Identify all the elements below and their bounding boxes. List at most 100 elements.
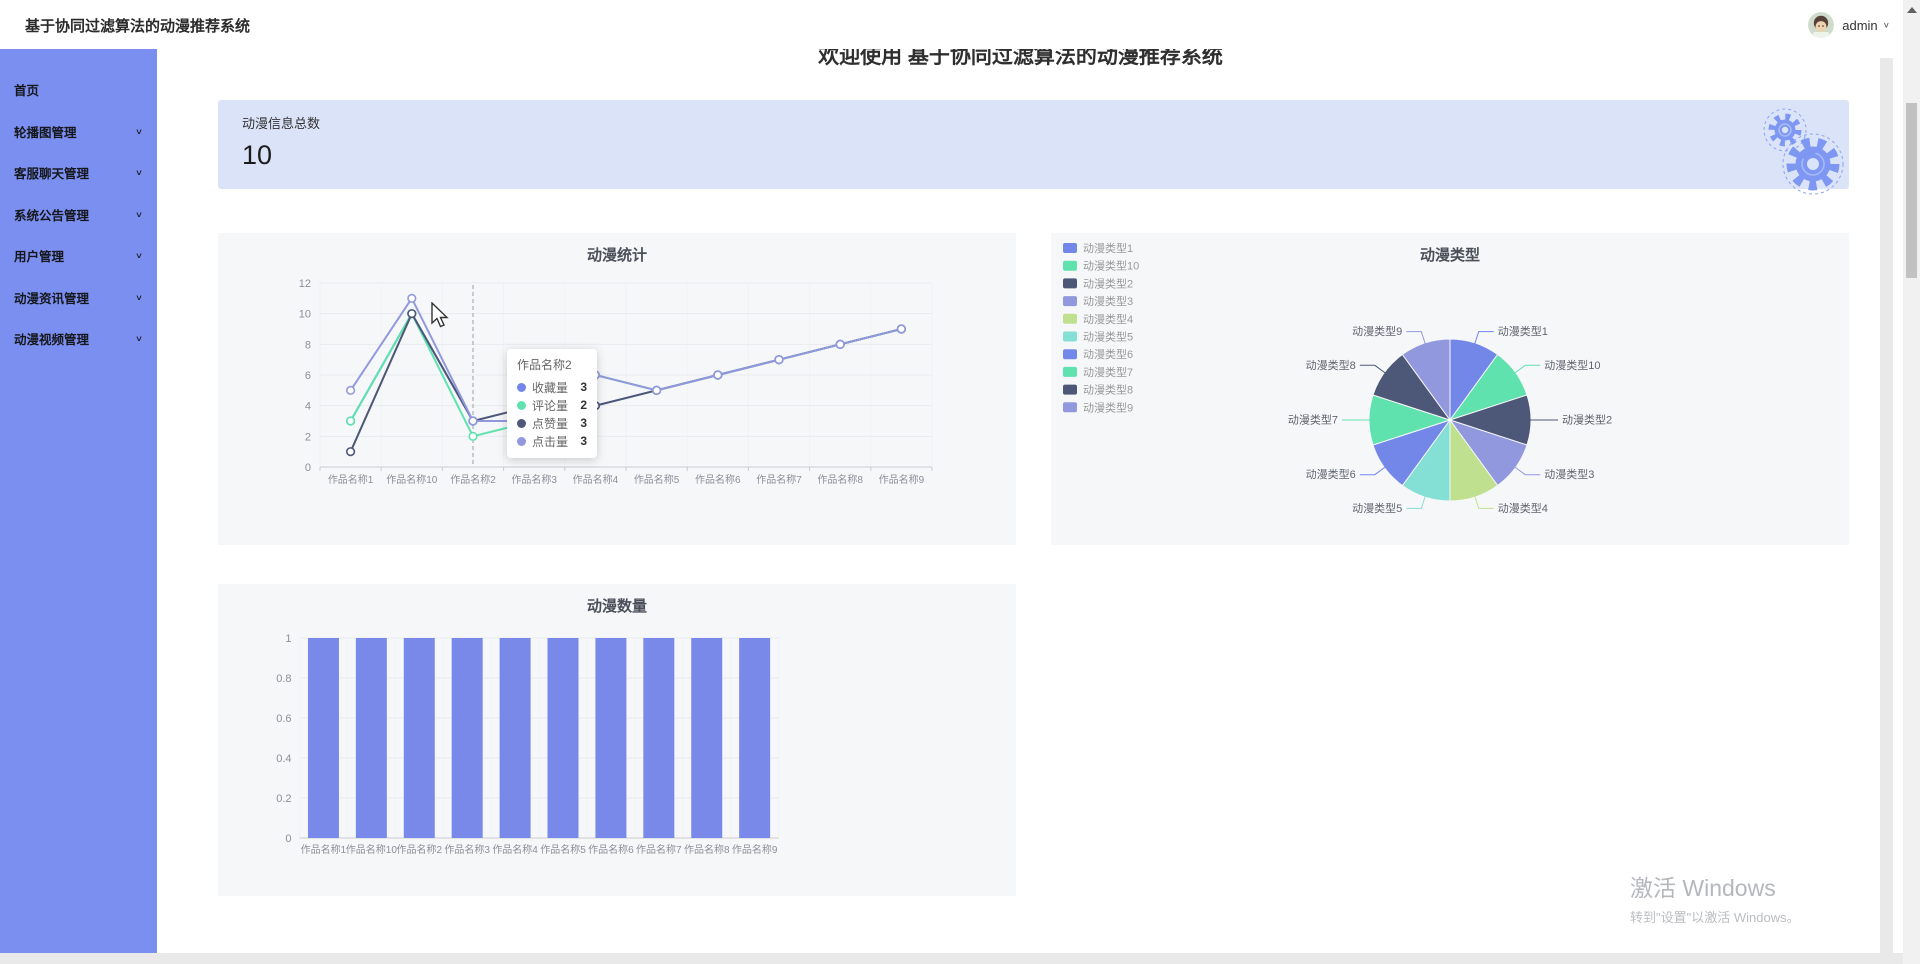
pie-label-line — [1406, 495, 1425, 508]
bar-作品名称4[interactable] — [500, 638, 531, 838]
stat-card-value: 10 — [242, 140, 272, 171]
pie-label: 动漫类型5 — [1352, 501, 1402, 515]
pie-label-line — [1474, 495, 1493, 508]
x-axis-label: 作品名称10 — [386, 473, 438, 486]
vertical-scrollbar[interactable] — [1903, 0, 1920, 964]
data-point[interactable] — [408, 295, 416, 303]
sidebar-item-label: 系统公告管理 — [14, 205, 89, 224]
chevron-down-icon: ∨ — [135, 127, 143, 136]
horizontal-scrollbar[interactable] — [0, 953, 1920, 964]
data-point[interactable] — [347, 387, 355, 395]
legend-item[interactable]: 动漫类型8 — [1063, 383, 1133, 397]
avatar[interactable] — [1808, 12, 1834, 38]
scrollbar-thumb[interactable] — [1906, 103, 1917, 278]
sidebar-item-home[interactable]: 首页 — [0, 69, 157, 111]
x-axis-label: 作品名称2 — [450, 473, 496, 486]
sidebar-item-label: 轮播图管理 — [14, 122, 77, 141]
pie-label-line — [1406, 332, 1425, 345]
legend-item[interactable]: 动漫类型3 — [1063, 294, 1133, 308]
app-title: 基于协同过滤算法的动漫推荐系统 — [25, 15, 250, 36]
data-point[interactable] — [347, 417, 355, 425]
pie-label-line — [1474, 332, 1493, 345]
sidebar-item-announcement[interactable]: 系统公告管理 ∨ — [0, 194, 157, 236]
sidebar-item-anime-news[interactable]: 动漫资讯管理 ∨ — [0, 277, 157, 319]
data-point[interactable] — [469, 433, 477, 441]
bar-作品名称3[interactable] — [452, 638, 483, 838]
content-scrollbar-track[interactable] — [1880, 58, 1893, 953]
page-root: 基于协同过滤算法的动漫推荐系统 admin ∨ — [0, 0, 1920, 964]
legend-item[interactable]: 动漫类型2 — [1063, 276, 1133, 290]
user-name[interactable]: admin — [1842, 18, 1877, 33]
bar-chart: 00.20.40.60.81作品名称1作品名称10作品名称2作品名称3作品名称4… — [218, 584, 1016, 896]
sidebar-item-label: 动漫资讯管理 — [14, 288, 89, 307]
data-point[interactable] — [898, 325, 906, 333]
data-point[interactable] — [775, 356, 783, 364]
sidebar-item-customer-chat[interactable]: 客服聊天管理 ∨ — [0, 152, 157, 194]
pie-legend: 动漫类型1 动漫类型10 动漫类型2 动漫类型3 动漫类型4 动漫类型5 动漫类型6 动漫类型… — [1063, 241, 1139, 414]
data-point[interactable] — [347, 448, 355, 456]
bar-作品名称6[interactable] — [595, 638, 626, 838]
sidebar-item-label: 客服聊天管理 — [14, 163, 89, 182]
x-axis-label: 作品名称9 — [732, 843, 778, 856]
legend-item[interactable]: 动漫类型5 — [1063, 330, 1133, 344]
tooltip-row: 收藏量 3 — [517, 378, 587, 396]
sidebar-item-label: 首页 — [14, 80, 39, 99]
bar-作品名称10[interactable] — [356, 638, 387, 838]
x-axis-label: 作品名称7 — [756, 473, 802, 486]
tooltip-series-value: 2 — [570, 398, 587, 412]
sidebar-item-users[interactable]: 用户管理 ∨ — [0, 235, 157, 277]
tooltip-series-value: 3 — [570, 416, 587, 430]
welcome-heading-clip: 欢迎使用 基于协同过滤算法的动漫推荐系统 — [157, 49, 1884, 74]
user-menu[interactable]: admin ∨ — [1808, 11, 1890, 39]
pie-label-line — [1360, 466, 1386, 474]
pie-label: 动漫类型10 — [1544, 358, 1600, 372]
y-axis-label: 2 — [305, 431, 311, 443]
pie-label: 动漫类型7 — [1288, 413, 1338, 427]
tooltip-category: 作品名称2 — [517, 356, 587, 373]
pie-label: 动漫类型6 — [1306, 467, 1356, 481]
pie-label: 动漫类型2 — [1562, 413, 1612, 427]
scrollbar-up-arrow[interactable] — [1907, 7, 1917, 13]
bar-作品名称9[interactable] — [739, 638, 770, 838]
data-point[interactable] — [714, 371, 722, 379]
legend-item[interactable]: 动漫类型10 — [1063, 259, 1139, 273]
bar-作品名称5[interactable] — [548, 638, 579, 838]
legend-item[interactable]: 动漫类型4 — [1063, 312, 1133, 326]
legend-item[interactable]: 动漫类型7 — [1063, 365, 1133, 379]
data-point[interactable] — [653, 387, 661, 395]
pie-label-line — [1514, 466, 1540, 474]
line-chart: 024681012作品名称1作品名称10作品名称2作品名称3作品名称4作品名称5… — [218, 233, 1016, 545]
pie-label-line — [1360, 365, 1386, 373]
series-dot — [517, 437, 526, 446]
legend-item[interactable]: 动漫类型6 — [1063, 347, 1133, 361]
legend-item[interactable]: 动漫类型9 — [1063, 400, 1133, 414]
x-axis-label: 作品名称6 — [588, 843, 634, 856]
bar-作品名称8[interactable] — [691, 638, 722, 838]
data-point[interactable] — [408, 310, 416, 318]
x-axis-label: 作品名称8 — [684, 843, 730, 856]
svg-text:动漫类型4: 动漫类型4 — [1083, 312, 1133, 326]
y-axis-label: 0.2 — [276, 793, 291, 805]
tooltip-series-name: 收藏量 — [532, 379, 568, 396]
sidebar-item-anime-video[interactable]: 动漫视频管理 ∨ — [0, 318, 157, 360]
chevron-down-icon: ∨ — [135, 293, 143, 302]
tooltip-row: 点击量 3 — [517, 432, 587, 450]
sidebar-item-carousel[interactable]: 轮播图管理 ∨ — [0, 111, 157, 153]
data-point[interactable] — [836, 341, 844, 349]
svg-text:动漫类型2: 动漫类型2 — [1083, 276, 1133, 290]
svg-text:动漫类型8: 动漫类型8 — [1083, 383, 1133, 397]
stat-card-anime-total: 动漫信息总数 10 — [218, 100, 1849, 189]
pie-label-line — [1514, 365, 1540, 373]
sidebar-item-label: 用户管理 — [14, 246, 64, 265]
x-axis-label: 作品名称1 — [328, 473, 374, 486]
bar-作品名称2[interactable] — [404, 638, 435, 838]
bar-作品名称7[interactable] — [643, 638, 674, 838]
data-point[interactable] — [469, 417, 477, 425]
bar-作品名称1[interactable] — [308, 638, 339, 838]
sidebar: 首页 轮播图管理 ∨ 客服聊天管理 ∨ 系统公告管理 ∨ 用户管理 ∨ 动漫资讯… — [0, 49, 157, 953]
legend-item[interactable]: 动漫类型1 — [1063, 241, 1133, 255]
x-axis-label: 作品名称5 — [634, 473, 680, 486]
small-gear — [1764, 109, 1806, 151]
svg-text:动漫类型1: 动漫类型1 — [1083, 241, 1133, 255]
x-axis-label: 作品名称1 — [301, 843, 347, 856]
